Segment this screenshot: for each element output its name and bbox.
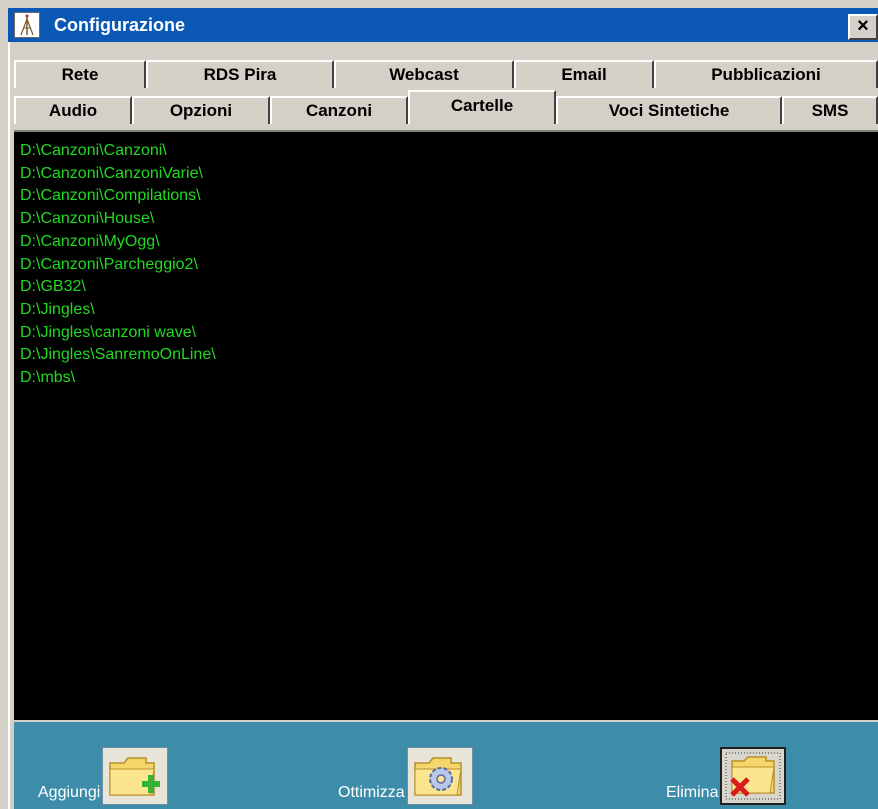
list-item[interactable]: D:\Jingles\ <box>20 299 216 322</box>
list-item[interactable]: D:\Canzoni\MyOgg\ <box>20 231 216 254</box>
radio-tower-icon <box>14 12 40 38</box>
tab-canzoni[interactable]: Canzoni <box>270 96 408 124</box>
add-label: Aggiungi <box>38 784 101 801</box>
folder-delete-icon <box>725 752 781 800</box>
add-action: Aggiungi <box>38 747 169 805</box>
list-item[interactable]: D:\mbs\ <box>20 367 216 390</box>
list-item[interactable]: D:\Jingles\canzoni wave\ <box>20 322 216 345</box>
folder-list[interactable]: D:\Canzoni\Canzoni\ D:\Canzoni\CanzoniVa… <box>20 140 216 390</box>
folder-list-panel[interactable]: D:\Canzoni\Canzoni\ D:\Canzoni\CanzoniVa… <box>14 130 878 720</box>
delete-label: Elimina <box>666 784 719 801</box>
optimize-button[interactable] <box>406 747 473 805</box>
title-bar[interactable]: Configurazione × <box>8 8 878 42</box>
action-bar: Aggiungi Ottimizza Elimina <box>14 722 878 809</box>
tab-sms[interactable]: SMS <box>782 96 878 124</box>
list-item[interactable]: D:\Canzoni\Parcheggio2\ <box>20 254 216 277</box>
tab-audio[interactable]: Audio <box>14 96 132 124</box>
folder-add-icon <box>109 757 161 796</box>
add-folder-button[interactable] <box>102 747 169 805</box>
tab-voci-sintetiche[interactable]: Voci Sintetiche <box>556 96 782 124</box>
tab-pubblicazioni[interactable]: Pubblicazioni <box>654 60 878 88</box>
delete-folder-button[interactable] <box>720 747 787 805</box>
close-button[interactable]: × <box>848 14 878 40</box>
tab-opzioni[interactable]: Opzioni <box>132 96 270 124</box>
tab-rete[interactable]: Rete <box>14 60 146 88</box>
list-item[interactable]: D:\GB32\ <box>20 276 216 299</box>
list-item[interactable]: D:\Canzoni\CanzoniVarie\ <box>20 163 216 186</box>
list-item[interactable]: D:\Jingles\SanremoOnLine\ <box>20 344 216 367</box>
list-item[interactable]: D:\Canzoni\Compilations\ <box>20 185 216 208</box>
optimize-action: Ottimizza <box>338 747 473 805</box>
configuration-window: Configurazione × Rete RDS Pira Webcast E… <box>0 0 878 809</box>
folder-gear-icon <box>413 757 462 796</box>
tab-webcast[interactable]: Webcast <box>334 60 514 88</box>
tab-cartelle[interactable]: Cartelle <box>408 90 556 124</box>
tab-strip: Rete RDS Pira Webcast Email Pubblicazion… <box>10 60 878 130</box>
tab-rds-pira[interactable]: RDS Pira <box>146 60 334 88</box>
delete-action: Elimina <box>666 747 787 805</box>
tab-email[interactable]: Email <box>514 60 654 88</box>
window-title: Configurazione <box>54 15 185 35</box>
list-item[interactable]: D:\Canzoni\Canzoni\ <box>20 140 216 163</box>
list-item[interactable]: D:\Canzoni\House\ <box>20 208 216 231</box>
optimize-label: Ottimizza <box>338 784 405 801</box>
window-border <box>8 42 10 809</box>
